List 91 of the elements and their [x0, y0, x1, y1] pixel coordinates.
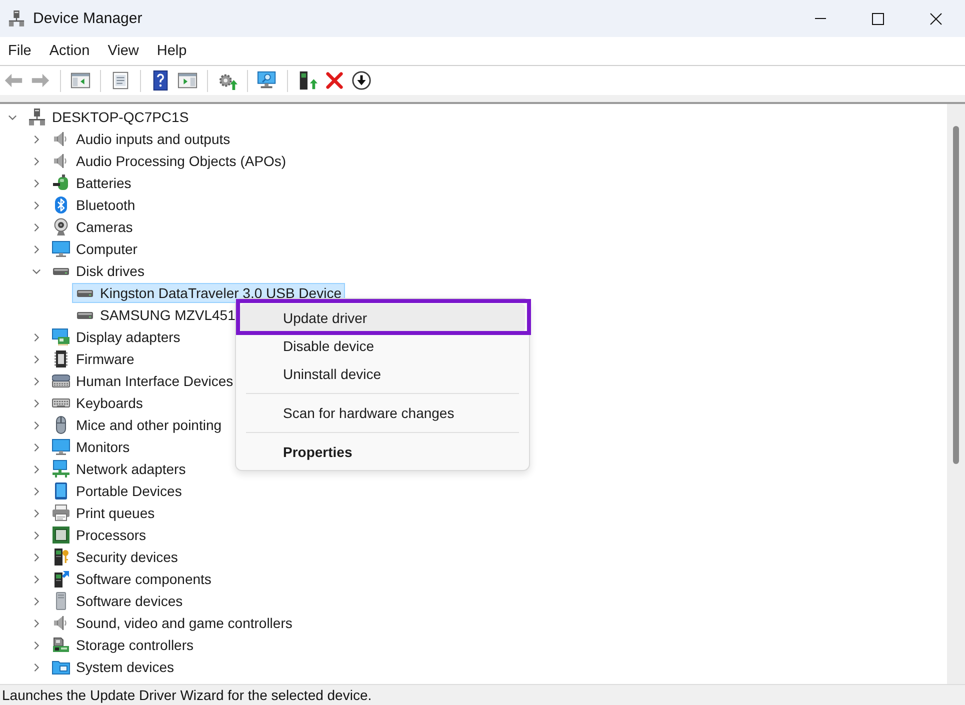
- tree-item[interactable]: Sound, video and game controllers: [48, 613, 296, 633]
- tree-item[interactable]: Audio inputs and outputs: [48, 129, 234, 149]
- chevron-right-icon[interactable]: [32, 398, 40, 408]
- network-monitor-icon: [52, 460, 70, 478]
- chevron-right-icon[interactable]: [32, 332, 40, 342]
- tree-item[interactable]: Processors: [48, 525, 150, 545]
- cross-icon: [324, 70, 345, 91]
- tree-item[interactable]: Software devices: [48, 591, 187, 611]
- chevron-right-icon[interactable]: [32, 376, 40, 386]
- scrollbar[interactable]: [947, 104, 965, 684]
- chevron-right-icon[interactable]: [32, 486, 40, 496]
- chevron-down-icon[interactable]: [8, 112, 16, 122]
- window-title: Device Manager: [33, 10, 142, 27]
- tree-item[interactable]: Network adapters: [48, 459, 190, 479]
- monitor-magnifier-icon: [257, 70, 278, 91]
- tree-item[interactable]: Firmware: [48, 349, 138, 369]
- chevron-right-icon[interactable]: [32, 618, 40, 628]
- tree-item[interactable]: System devices: [48, 657, 178, 677]
- tree-item[interactable]: Batteries: [48, 173, 136, 193]
- tree-item[interactable]: Print queues: [48, 503, 159, 523]
- chevron-right-icon[interactable]: [32, 508, 40, 518]
- tree-item[interactable]: Disk drives: [48, 261, 148, 281]
- display-card-icon: [52, 328, 70, 346]
- battery-icon: [52, 174, 70, 192]
- tower-arrow-icon: [297, 70, 318, 91]
- tree-item[interactable]: Display adapters: [48, 327, 184, 347]
- chip-icon: [52, 350, 70, 368]
- maximize-icon: [872, 12, 884, 24]
- keyboard-gamepad-icon: [52, 372, 70, 390]
- chevron-right-icon[interactable]: [32, 662, 40, 672]
- tower-arrow-icon: [52, 570, 70, 588]
- app-icon: [8, 10, 25, 27]
- tree-item[interactable]: Human Interface Devices: [48, 371, 238, 391]
- tree-item[interactable]: Portable Devices: [48, 481, 186, 501]
- printer-icon: [52, 504, 70, 522]
- chevron-right-icon[interactable]: [32, 134, 40, 144]
- bluetooth-icon: [52, 196, 70, 214]
- document-icon: [110, 70, 131, 91]
- menu-item[interactable]: Update driver: [240, 304, 525, 332]
- chevron-right-icon[interactable]: [32, 552, 40, 562]
- monitor-icon: [52, 438, 70, 456]
- close-icon: [930, 12, 942, 24]
- chevron-right-icon[interactable]: [32, 464, 40, 474]
- tree-item[interactable]: Bluetooth: [48, 195, 140, 215]
- status-text: Launches the Update Driver Wizard for the selected device.: [2, 687, 372, 703]
- processor-icon: [52, 526, 70, 544]
- chevron-right-icon[interactable]: [32, 178, 40, 188]
- tree-item[interactable]: Kingston DataTraveler 3.0 USB Device: [72, 283, 346, 303]
- webcam-icon: [52, 218, 70, 236]
- chevron-right-icon[interactable]: [32, 222, 40, 232]
- tree-item[interactable]: DESKTOP-QC7PC1S: [24, 107, 193, 127]
- menu-bar-item[interactable]: View: [98, 40, 148, 62]
- menu-item[interactable]: Properties: [240, 438, 525, 466]
- computer-network-icon: [28, 108, 46, 126]
- tree-item[interactable]: Audio Processing Objects (APOs): [48, 151, 290, 171]
- tree-item[interactable]: Computer: [48, 239, 142, 259]
- menu-item[interactable]: Uninstall device: [240, 360, 525, 388]
- menu-bar-item[interactable]: File: [0, 40, 40, 62]
- chevron-right-icon[interactable]: [32, 354, 40, 364]
- chevron-right-icon[interactable]: [32, 156, 40, 166]
- tree-item[interactable]: Security devices: [48, 547, 182, 567]
- chevron-right-icon[interactable]: [32, 244, 40, 254]
- tree-item[interactable]: Monitors: [48, 437, 134, 457]
- menu-item[interactable]: Scan for hardware changes: [240, 399, 525, 427]
- chevron-right-icon[interactable]: [32, 420, 40, 430]
- down-arrow-circle-icon: [351, 70, 372, 91]
- menu-item[interactable]: Disable device: [240, 332, 525, 360]
- window-pane-icon: [177, 70, 198, 91]
- scrollbar-thumb[interactable]: [953, 126, 959, 464]
- chevron-down-icon[interactable]: [32, 266, 40, 276]
- menu-bar-item[interactable]: Help: [148, 40, 196, 62]
- tablet-icon: [52, 482, 70, 500]
- folder-icon: [52, 658, 70, 676]
- tree-item[interactable]: Mice and other pointing: [48, 415, 226, 435]
- tower-key-icon: [52, 548, 70, 566]
- chevron-right-icon[interactable]: [32, 596, 40, 606]
- chevron-right-icon[interactable]: [32, 200, 40, 210]
- tree-item[interactable]: Cameras: [48, 217, 137, 237]
- tree-item[interactable]: Software components: [48, 569, 216, 589]
- tree-item[interactable]: SAMSUNG MZVL451: [72, 305, 240, 325]
- tree-item[interactable]: Keyboards: [48, 393, 147, 413]
- chevron-right-icon[interactable]: [32, 530, 40, 540]
- window-pane-icon: [70, 70, 91, 91]
- chevron-right-icon[interactable]: [32, 640, 40, 650]
- tree-item[interactable]: Storage controllers: [48, 635, 198, 655]
- minimize-icon: [814, 18, 826, 19]
- chevron-right-icon[interactable]: [32, 574, 40, 584]
- menu-bar-item[interactable]: Action: [40, 40, 99, 62]
- drive-card-icon: [52, 636, 70, 654]
- chevron-right-icon[interactable]: [32, 442, 40, 452]
- monitor-icon: [52, 240, 70, 258]
